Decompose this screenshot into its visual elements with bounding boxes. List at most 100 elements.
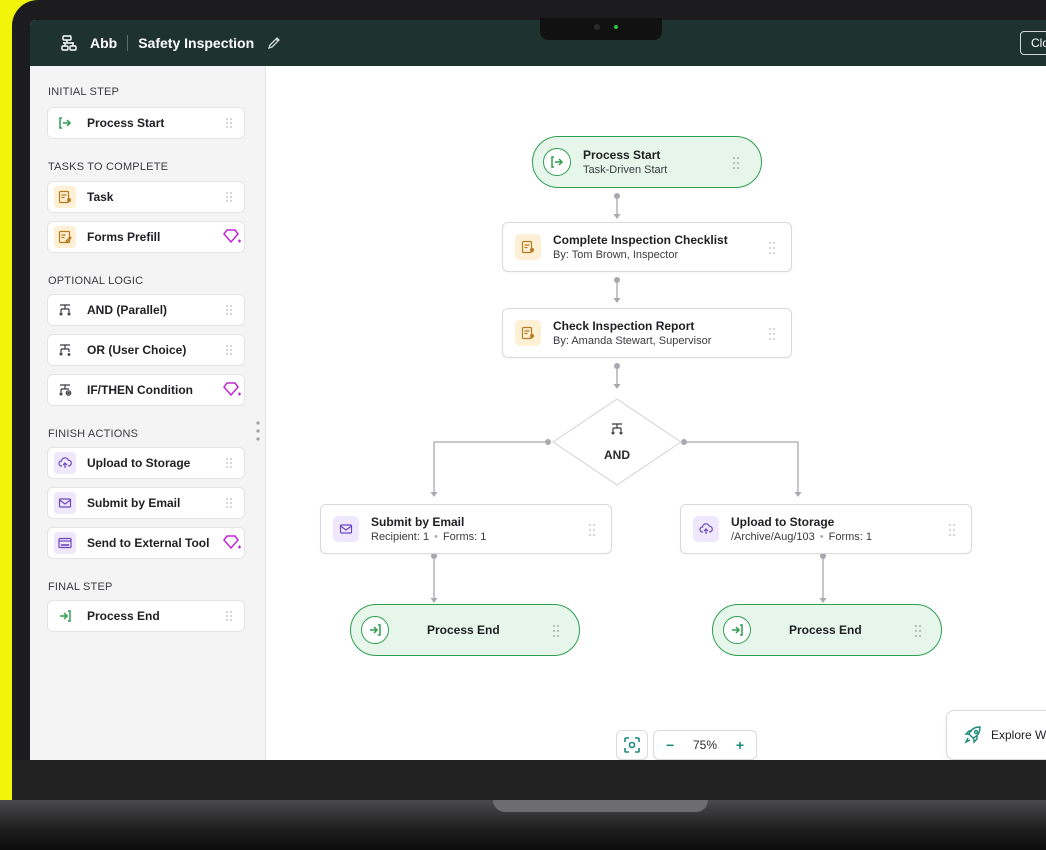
node-title: Upload to Storage [731, 515, 835, 529]
node-subtitle: By: Amanda Stewart, Supervisor [553, 335, 712, 347]
palette-item-if-then[interactable]: IF/THEN Condition [47, 374, 245, 406]
palette-item-external-tool[interactable]: Send to External Tool [47, 527, 245, 559]
drag-handle-icon[interactable] [553, 625, 559, 637]
node-process-start[interactable]: Process Start Task-Driven Start [532, 136, 762, 188]
palette-item-label: Send to External Tool [87, 536, 210, 550]
workflow-canvas[interactable]: Process Start Task-Driven Start Complete… [266, 66, 1046, 760]
section-initial-step: INITIAL STEP [48, 86, 120, 98]
exit-icon [54, 605, 76, 627]
form-edit-icon [54, 226, 76, 248]
drag-handle-icon[interactable] [769, 242, 775, 254]
node-subtitle: By: Tom Brown, Inspector [553, 249, 679, 261]
drag-handle-icon[interactable] [769, 328, 775, 340]
condition-icon [54, 379, 76, 401]
palette-item-or-choice[interactable]: OR (User Choice) [47, 334, 245, 366]
storage-path: /Archive/Aug/103 [731, 531, 815, 543]
breadcrumb-org[interactable]: Abb [90, 35, 117, 51]
zoom-in-button[interactable]: + [736, 737, 744, 753]
app-screen: Abb Safety Inspection Clo INITIAL STEP T… [30, 20, 1046, 760]
parallel-icon [54, 299, 76, 321]
palette-item-label: Upload to Storage [87, 456, 191, 470]
drag-handle-icon[interactable] [226, 192, 232, 202]
node-submit-by-email[interactable]: Submit by Email Recipient: 1 • Forms: 1 [320, 504, 612, 554]
rocket-icon [964, 726, 981, 744]
close-button[interactable]: Clo [1020, 31, 1046, 55]
palette-item-label: Process End [87, 609, 160, 623]
explore-workflows-button[interactable]: Explore Workflo [946, 710, 1046, 760]
section-tasks: TASKS TO COMPLETE [48, 161, 169, 173]
node-process-end-right[interactable]: Process End [712, 604, 942, 656]
zoom-level: 75% [692, 738, 718, 752]
fit-to-screen-button[interactable] [616, 730, 648, 760]
section-final-step: FINAL STEP [48, 581, 113, 593]
drag-handle-icon[interactable] [733, 157, 739, 169]
workflow-title[interactable]: Safety Inspection [138, 35, 254, 51]
laptop-lid-notch [493, 800, 708, 812]
premium-gem-icon [223, 382, 241, 397]
node-title: Process End [427, 623, 500, 637]
enter-icon [54, 112, 76, 134]
palette-item-process-start[interactable]: Process Start [47, 107, 245, 139]
node-subtitle: Recipient: 1 • Forms: 1 [371, 531, 486, 543]
node-upload-to-storage[interactable]: Upload to Storage /Archive/Aug/103 • Forms… [680, 504, 972, 554]
palette-item-label: Submit by Email [87, 496, 181, 510]
node-subtitle: Task-Driven Start [583, 164, 668, 176]
sidebar-resize-handle[interactable] [256, 420, 260, 442]
camera-lens [594, 24, 600, 30]
exit-icon [723, 616, 751, 644]
subtitle-separator: • [434, 531, 438, 543]
palette-item-task[interactable]: Task [47, 181, 245, 213]
recipient-count: Recipient: 1 [371, 531, 430, 543]
drag-handle-icon[interactable] [949, 524, 955, 536]
node-complete-inspection-checklist[interactable]: Complete Inspection Checklist By: Tom Br… [502, 222, 792, 272]
drag-handle-icon[interactable] [226, 498, 232, 508]
cloud-upload-icon [693, 516, 719, 542]
task-icon [515, 234, 541, 260]
http-icon [54, 532, 76, 554]
forms-count: Forms: 1 [828, 531, 873, 543]
cloud-upload-icon [54, 452, 76, 474]
node-and-gateway[interactable] [552, 398, 682, 486]
node-title: Submit by Email [371, 515, 465, 529]
palette-item-label: IF/THEN Condition [87, 383, 193, 397]
drag-handle-icon[interactable] [226, 305, 232, 315]
explore-label: Explore Workflo [991, 728, 1046, 742]
camera-notch [540, 18, 662, 40]
parallel-icon [611, 423, 623, 435]
task-icon [54, 186, 76, 208]
camera-led [614, 25, 618, 29]
palette-item-label: Forms Prefill [87, 230, 161, 244]
palette-item-upload-storage[interactable]: Upload to Storage [47, 447, 245, 479]
premium-gem-icon [223, 229, 241, 244]
mail-icon [333, 516, 359, 542]
choice-icon [54, 339, 76, 361]
node-title: Complete Inspection Checklist [553, 233, 728, 247]
node-title: Check Inspection Report [553, 319, 695, 333]
steps-palette: INITIAL STEP TASKS TO COMPLETE OPTIONAL … [30, 66, 266, 760]
drag-handle-icon[interactable] [589, 524, 595, 536]
palette-item-label: Process Start [87, 116, 165, 130]
drag-handle-icon[interactable] [226, 118, 232, 128]
palette-item-and-parallel[interactable]: AND (Parallel) [47, 294, 245, 326]
drag-handle-icon[interactable] [226, 458, 232, 468]
palette-item-forms-prefill[interactable]: Forms Prefill [47, 221, 245, 253]
drag-handle-icon[interactable] [915, 625, 921, 637]
node-title: Process Start [583, 148, 661, 162]
gateway-label: AND [604, 448, 630, 462]
drag-handle-icon[interactable] [226, 345, 232, 355]
enter-icon [543, 148, 571, 176]
drag-handle-icon[interactable] [226, 611, 232, 621]
palette-item-process-end[interactable]: Process End [47, 600, 245, 632]
palette-item-submit-email[interactable]: Submit by Email [47, 487, 245, 519]
palette-item-label: Task [87, 190, 114, 204]
palette-item-label: OR (User Choice) [87, 343, 187, 357]
pencil-icon[interactable] [266, 35, 282, 51]
forms-count: Forms: 1 [442, 531, 487, 543]
workflow-app-icon[interactable] [60, 34, 78, 52]
palette-item-label: AND (Parallel) [87, 303, 168, 317]
task-icon [515, 320, 541, 346]
zoom-out-button[interactable]: − [666, 737, 674, 753]
node-process-end-left[interactable]: Process End [350, 604, 580, 656]
subtitle-separator: • [819, 531, 824, 543]
node-check-inspection-report[interactable]: Check Inspection Report By: Amanda Stewa… [502, 308, 792, 358]
